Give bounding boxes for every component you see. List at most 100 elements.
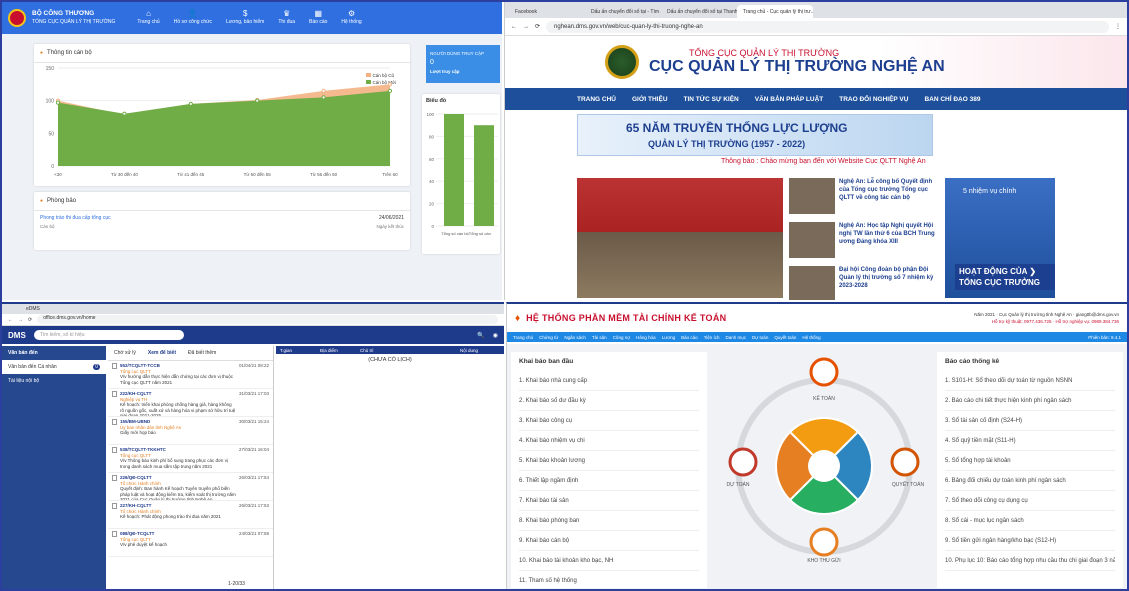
setup-link[interactable]: 8. Khai báo phòng ban [519,511,699,531]
site-nav-item[interactable]: GIỚI THIỆU [632,96,668,103]
report-link[interactable]: 7. Sổ theo dõi công cụ dụng cụ [945,491,1115,511]
list-item[interactable]: 552/TCQLTT-TCCB Tổng cục QLTT V/v hướng dẫ… [108,361,273,389]
list-item[interactable]: 538/TCQLTT-TKKHTC Tổng cục QLTT V/v Thông … [108,445,273,473]
news-title[interactable]: Đại hội Công đoàn bộ phận Đội Quản lý th… [839,266,939,300]
module-wheel-graphic[interactable] [713,344,935,589]
setup-link[interactable]: 1. Khai báo nhà cung cấp [519,371,699,391]
sidebar-badge: 0 [93,364,100,370]
report-link[interactable]: 3. Sổ tài sản cố định (S24-H) [945,411,1115,431]
browser-tab[interactable]: eDMS [2,304,504,314]
menu-item[interactable]: Hệ thống [802,335,820,340]
nav-item[interactable]: 👤 Hồ sơ công chức [174,10,212,26]
site-nav-item[interactable]: TIN TỨC SỰ KIỆN [684,96,739,103]
news-item[interactable]: Nghệ An: Học tập Nghị quyết Hội nghị TW … [789,222,939,258]
menu-item[interactable]: Trang chủ [513,335,533,340]
menu-item[interactable]: Chứng từ [539,335,558,340]
setup-link[interactable]: 9. Khai báo cán bộ [519,531,699,551]
reload-icon[interactable]: ⟳ [535,23,540,30]
notice-link[interactable]: Phong trào thi đua cấp tổng cục [40,215,111,221]
news-title[interactable]: Nghệ An: Học tập Nghị quyết Hội nghị TW … [839,222,939,258]
list-item[interactable]: 227/KH-CQLTT Tổ chức Hành chính Kế hoạch: … [108,501,273,529]
dms-logo[interactable]: DMS [8,331,26,340]
menu-item[interactable]: Lương [662,335,675,340]
search-input[interactable]: Tìm kiếm, số kí hiệu [33,330,184,340]
avatar-icon[interactable]: ◉ [493,332,498,339]
list-tab[interactable]: Đã biết thêm [188,350,216,356]
year-select[interactable]: Năm 2021 [974,312,995,317]
list-item[interactable]: 088/QĐ-TCQLTT Tổng cục QLTT V/v phê duyệt … [108,529,273,557]
menu-icon[interactable]: ⋮ [1115,23,1121,30]
setup-link[interactable]: 7. Khai báo tài sản [519,491,699,511]
menu-item[interactable]: Tài sản [592,335,607,340]
report-link[interactable]: 1. S101-H: Sổ theo dõi dự toán từ nguồn … [945,371,1115,391]
label-storage[interactable]: KHO THU GỬI [793,558,855,564]
nav-item[interactable]: ⚙ Hệ thống [341,10,361,26]
url-field[interactable]: nghean.dms.gov.vn/web/cuc-quan-ly-thi-tr… [546,20,1109,33]
anniversary-banner[interactable]: 65 NĂM TRUYỀN THỐNG LỰC LƯỢNG QUẢN LÝ TH… [577,114,933,156]
sidebar-item-internal[interactable]: Tài liệu nội bộ [2,374,106,388]
sidebar-item-personal[interactable]: Văn bản đến Cá nhân 0 [2,360,106,374]
news-item[interactable]: Nghệ An: Lễ công bố Quyết định của Tổng … [789,178,939,214]
org-select[interactable]: Cục Quản lý thị trường tỉnh Nghệ An [999,312,1072,317]
site-nav-item[interactable]: VĂN BẢN PHÁP LUẬT [755,96,824,103]
report-link[interactable]: 4. Sổ quỹ tiền mặt (S11-H) [945,431,1115,451]
search-icon[interactable]: 🔍 [477,332,484,339]
report-link[interactable]: 10. Phụ lục 10: Báo cáo tổng hợp nhu cầu… [945,551,1115,571]
user-email[interactable]: giangttb@dms.gov.vn [1076,312,1119,317]
nav-item[interactable]: $ Lương, bảo hiểm [226,10,264,26]
site-nav-item[interactable]: BAN CHỈ ĐẠO 389 [924,96,980,103]
menu-item[interactable]: Danh mục [726,335,747,340]
director-promo[interactable]: 5 nhiệm vụ chính HOẠT ĐỘNG CỦA ❯ TỔNG CỤ… [945,178,1055,298]
setup-link[interactable]: 11. Tham số hệ thống [519,571,699,589]
reload-icon[interactable]: ⟳ [28,317,32,323]
label-accounting[interactable]: KẾ TOÁN [799,396,849,402]
pager[interactable]: 1-20/33 [228,581,245,587]
x-tick-label: Từ 50 đến 55 [244,172,272,177]
back-icon[interactable]: ← [8,317,13,323]
setup-link[interactable]: 10. Khai báo tài khoản kho bạc, NH [519,551,699,571]
menu-item[interactable]: Báo cáo [681,335,698,340]
setup-link[interactable]: 5. Khai báo khoản lương [519,451,699,471]
site-nav-item[interactable]: TRAO ĐỔI NGHIỆP VỤ [839,96,908,103]
menu-item[interactable]: Ngân sách [564,335,586,340]
list-item[interactable]: 155/BM-UBND Ủy ban nhân dân tỉnh Nghệ An G… [108,417,273,445]
list-item[interactable]: 226/QĐ-CQLTT Tổ chức Hành chính Quyết định… [108,473,273,501]
list-tab[interactable]: Chờ xử lý [114,350,136,356]
report-link[interactable]: 8. Sổ cái - mục lục ngân sách [945,511,1115,531]
back-icon[interactable]: ← [511,24,517,30]
news-photo[interactable] [577,178,783,298]
nav-item[interactable]: ▦ Báo cáo [309,10,327,26]
site-nav-item[interactable]: TRANG CHỦ [577,96,616,103]
promo-button[interactable]: HOẠT ĐỘNG CỦA ❯ TỔNG CỤC TRƯỞNG [955,264,1055,290]
menu-item[interactable]: Dự toán [752,335,768,340]
report-link[interactable]: 2. Báo cáo chi tiết thực hiện kinh phí n… [945,391,1115,411]
browser-tab[interactable]: Dấu ấn chuyển đổi số tại Thanh... [661,5,737,18]
list-item[interactable]: 222/KH-CQLTT Nghiệp vụ TH Kế hoạch: triển … [108,389,273,417]
menu-item[interactable]: Quyết toán [774,335,796,340]
menu-item[interactable]: Tiện ích [704,335,720,340]
news-title[interactable]: Nghệ An: Lễ công bố Quyết định của Tổng … [839,178,939,214]
label-budget[interactable]: DỰ TOÁN [713,482,763,488]
setup-link[interactable]: 6. Thiết lập ngầm định [519,471,699,491]
forward-icon[interactable]: → [18,317,23,323]
notice-row[interactable]: Phong trào thi đua cấp tổng cục 24/06/20… [34,211,410,221]
browser-tab[interactable]: Dấu ấn chuyển đổi số tại - Tìm ... [585,5,661,18]
url-field[interactable]: office.dms.gov.vn/home [37,315,498,324]
report-link[interactable]: 6. Bảng đối chiếu dự toán kinh phí ngân … [945,471,1115,491]
label-settlement[interactable]: QUYẾT TOÁN [883,482,933,488]
list-tab[interactable]: Xem để biết [148,350,176,356]
setup-link[interactable]: 4. Khai báo nhiệm vụ chi [519,431,699,451]
report-link[interactable]: 9. Sổ tiền gửi ngân hàng/kho bạc (S12-H) [945,531,1115,551]
nav-item[interactable]: ♛ Thi đua [278,10,295,26]
setup-link[interactable]: 3. Khai báo công cụ [519,411,699,431]
report-link[interactable]: 5. Sổ tổng hợp tài khoản [945,451,1115,471]
menu-item[interactable]: Công nợ [613,335,630,340]
nav-item[interactable]: ⌂ Trang chủ [137,10,159,26]
setup-link[interactable]: 2. Khai báo số dư đầu kỳ [519,391,699,411]
sidebar-item-incoming[interactable]: Văn bản đến [2,346,106,360]
browser-tab[interactable]: Trang chủ - Cục quản lý thị trư... [737,5,813,18]
browser-tab[interactable]: Facebook [509,5,585,18]
forward-icon[interactable]: → [523,24,529,30]
news-item[interactable]: Đại hội Công đoàn bộ phận Đội Quản lý th… [789,266,939,300]
menu-item[interactable]: Hàng hóa [636,335,656,340]
